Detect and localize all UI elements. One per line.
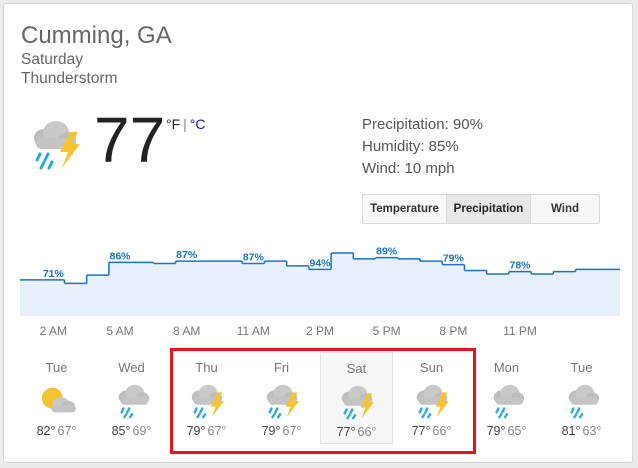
forecast-day-name: Thu <box>195 360 218 375</box>
forecast-day-fri[interactable]: Fri 79° 67° <box>245 352 318 444</box>
forecast-low: 66° <box>432 424 452 438</box>
forecast-day-name: Wed <box>118 360 145 375</box>
precipitation-stat: Precipitation: 90% <box>362 116 483 133</box>
data-label: 87% <box>243 252 265 264</box>
forecast-day-sun[interactable]: Sun 77° 66° <box>395 352 468 444</box>
forecast-day-tue[interactable]: Tue 81° 63° <box>545 352 618 444</box>
forecast-day-name: Tue <box>45 360 68 375</box>
data-label: 94% <box>309 257 331 269</box>
hour-tick-label: 11 AM <box>236 324 270 338</box>
daily-forecast: Tue 82° 67° Wed 85° 69° Thu 79° 67° Fri 79° 67° Sat 7… <box>20 352 620 447</box>
forecast-day-sat[interactable]: Sat 77° 66° <box>320 352 393 444</box>
forecast-temps: 79° 67° <box>170 424 243 438</box>
forecast-temps: 81° 63° <box>545 424 618 438</box>
wind-stat: Wind: 10 mph <box>362 160 455 177</box>
forecast-low: 69° <box>132 424 152 438</box>
unit-toggle: °F | °C <box>166 116 206 132</box>
rain-cloud-icon <box>568 384 599 419</box>
data-label: 79% <box>443 253 465 265</box>
forecast-temps: 82° 67° <box>20 424 93 438</box>
tab-temperature[interactable]: Temperature <box>363 195 447 223</box>
hour-tick-label: 8 PM <box>439 324 468 338</box>
hour-tick-label: 2 PM <box>305 324 334 338</box>
data-label: 86% <box>109 250 131 262</box>
thunderstorm-icon <box>34 121 80 170</box>
data-label: 87% <box>176 249 198 261</box>
hour-tick-label: 11 PM <box>503 324 537 338</box>
forecast-high: 77° <box>336 425 356 439</box>
data-label: 71% <box>43 268 65 280</box>
forecast-temps: 77° 66° <box>395 424 468 438</box>
forecast-day-name: Sat <box>346 361 367 376</box>
unit-separator: | <box>183 116 187 132</box>
forecast-temps: 79° 67° <box>245 424 318 438</box>
forecast-low: 67° <box>282 424 302 438</box>
hour-tick-label: 8 AM <box>172 324 201 338</box>
day-label: Saturday <box>21 51 84 68</box>
tab-wind[interactable]: Wind <box>531 195 599 223</box>
forecast-day-mon[interactable]: Mon 79° 65° <box>470 352 543 444</box>
partly-cloudy-sun-icon <box>41 387 76 413</box>
forecast-high: 77° <box>411 424 431 438</box>
hour-axis: 2 AM 5 AM 8 AM 11 AM 2 PM 5 PM 8 PM 11 PM <box>20 324 620 340</box>
current-temperature: 77 <box>94 104 166 176</box>
forecast-temps: 79° 65° <box>470 424 543 438</box>
thunderstorm-icon <box>266 384 299 419</box>
rain-cloud-icon <box>118 384 149 419</box>
celsius-unit-link[interactable]: °C <box>190 116 206 132</box>
fahrenheit-unit[interactable]: °F <box>166 116 180 132</box>
forecast-day-name: Sun <box>419 360 444 375</box>
forecast-day-thu[interactable]: Thu 79° 67° <box>170 352 243 444</box>
weather-stats: Precipitation: 90% Humidity: 85% Wind: 1… <box>362 114 483 180</box>
forecast-high: 81° <box>561 424 581 438</box>
forecast-high: 79° <box>186 424 206 438</box>
rain-cloud-icon <box>493 384 524 419</box>
forecast-temps: 77° 66° <box>321 425 392 439</box>
hour-tick-label: 5 AM <box>106 324 134 338</box>
forecast-low: 66° <box>357 425 377 439</box>
data-label: 78% <box>509 260 531 272</box>
forecast-high: 85° <box>111 424 131 438</box>
data-label: 89% <box>376 246 398 258</box>
forecast-day-name: Mon <box>493 360 520 375</box>
hour-tick-label: 5 PM <box>372 324 401 338</box>
hour-tick-label: 2 AM <box>39 324 67 338</box>
thunderstorm-icon <box>341 385 374 420</box>
thunderstorm-icon <box>191 384 224 419</box>
forecast-low: 67° <box>57 424 77 438</box>
precipitation-chart: 71% 86% 87% 87% 94% 89% 79% 78% <box>20 246 620 316</box>
forecast-day-name: Tue <box>570 360 593 375</box>
forecast-low: 65° <box>507 424 527 438</box>
forecast-day-tue[interactable]: Tue 82° 67° <box>20 352 93 444</box>
forecast-low: 63° <box>582 424 602 438</box>
forecast-high: 79° <box>486 424 506 438</box>
forecast-low: 67° <box>207 424 227 438</box>
chart-tabs: Temperature Precipitation Wind <box>362 194 600 224</box>
forecast-temps: 85° 69° <box>95 424 168 438</box>
tab-precipitation[interactable]: Precipitation <box>447 195 531 223</box>
forecast-day-wed[interactable]: Wed 85° 69° <box>95 352 168 444</box>
location-title: Cumming, GA <box>21 22 172 49</box>
humidity-stat: Humidity: 85% <box>362 138 459 155</box>
forecast-high: 82° <box>36 424 56 438</box>
weather-card: Cumming, GA Saturday Thunderstorm 77 °F |… <box>3 3 633 463</box>
forecast-high: 79° <box>261 424 281 438</box>
forecast-day-name: Fri <box>273 360 290 375</box>
thunderstorm-icon <box>416 384 449 419</box>
condition-label: Thunderstorm <box>21 70 118 87</box>
